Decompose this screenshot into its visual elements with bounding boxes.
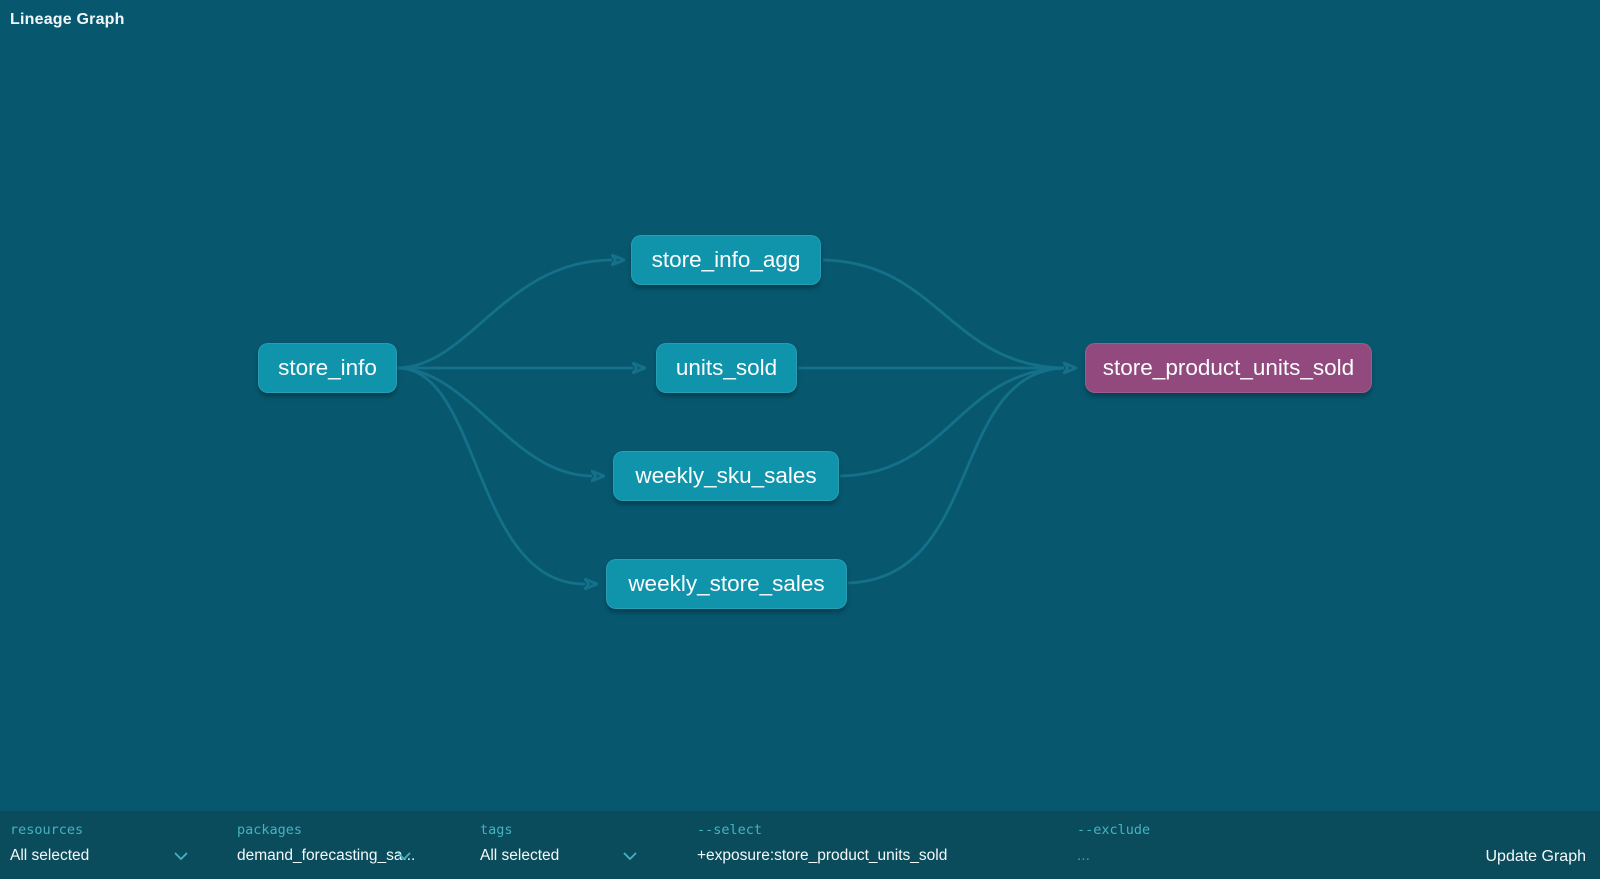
- tags-dropdown[interactable]: All selected: [480, 847, 637, 865]
- filter-packages: packages demand_forecasting_sa...: [237, 822, 419, 865]
- node-weekly-store-sales[interactable]: weekly_store_sales: [606, 559, 847, 609]
- node-weekly-sku-sales[interactable]: weekly_sku_sales: [613, 451, 839, 501]
- select-value: +exposure:store_product_units_sold: [697, 847, 947, 865]
- filter-resources: resources All selected: [10, 822, 188, 865]
- resources-value: All selected: [10, 847, 89, 865]
- select-input[interactable]: +exposure:store_product_units_sold: [697, 847, 1057, 865]
- filter-packages-label: packages: [237, 822, 419, 838]
- edge-weekly_store_sales-store_product_units_sold: [848, 368, 1064, 583]
- packages-value: demand_forecasting_sa...: [237, 847, 415, 865]
- node-label: weekly_sku_sales: [635, 463, 816, 489]
- graph-toolbar: resources All selected packages demand_f…: [0, 811, 1600, 879]
- filter-resources-label: resources: [10, 822, 188, 838]
- resources-dropdown[interactable]: All selected: [10, 847, 188, 865]
- filter-exclude: --exclude ...: [1077, 822, 1377, 865]
- lineage-edges: [0, 0, 1600, 811]
- filter-select-label: --select: [697, 822, 1057, 838]
- chevron-down-icon[interactable]: [174, 852, 188, 861]
- edge-store_info_agg-store_product_units_sold: [823, 260, 1064, 368]
- node-label: weekly_store_sales: [628, 571, 824, 597]
- filter-tags-label: tags: [480, 822, 637, 838]
- filter-exclude-label: --exclude: [1077, 822, 1377, 838]
- node-label: units_sold: [676, 355, 777, 381]
- exclude-value: ...: [1077, 847, 1090, 865]
- packages-dropdown[interactable]: demand_forecasting_sa...: [237, 847, 419, 865]
- filter-tags: tags All selected: [480, 822, 637, 865]
- node-label: store_product_units_sold: [1103, 355, 1354, 381]
- edge-store_info-weekly_store_sales: [397, 368, 585, 584]
- edge-store_info-store_info_agg: [397, 260, 612, 368]
- update-graph-button[interactable]: Update Graph: [1481, 846, 1590, 868]
- filter-select: --select +exposure:store_product_units_s…: [697, 822, 1057, 865]
- tags-value: All selected: [480, 847, 559, 865]
- lineage-graph-app: Lineage Graph store_info store_info_agg …: [0, 0, 1600, 879]
- node-label: store_info: [278, 355, 377, 381]
- chevron-down-icon[interactable]: [397, 852, 411, 861]
- node-label: store_info_agg: [652, 247, 801, 273]
- node-store-info-agg[interactable]: store_info_agg: [631, 235, 821, 285]
- node-store-product-units-sold[interactable]: store_product_units_sold: [1085, 343, 1372, 393]
- chevron-down-icon[interactable]: [623, 852, 637, 861]
- node-units-sold[interactable]: units_sold: [656, 343, 797, 393]
- node-store-info[interactable]: store_info: [258, 343, 397, 393]
- edge-store_info-weekly_sku_sales: [397, 368, 592, 476]
- lineage-graph-canvas[interactable]: Lineage Graph store_info store_info_agg …: [0, 0, 1600, 811]
- edge-weekly_sku_sales-store_product_units_sold: [840, 368, 1064, 476]
- exclude-input[interactable]: ...: [1077, 847, 1377, 865]
